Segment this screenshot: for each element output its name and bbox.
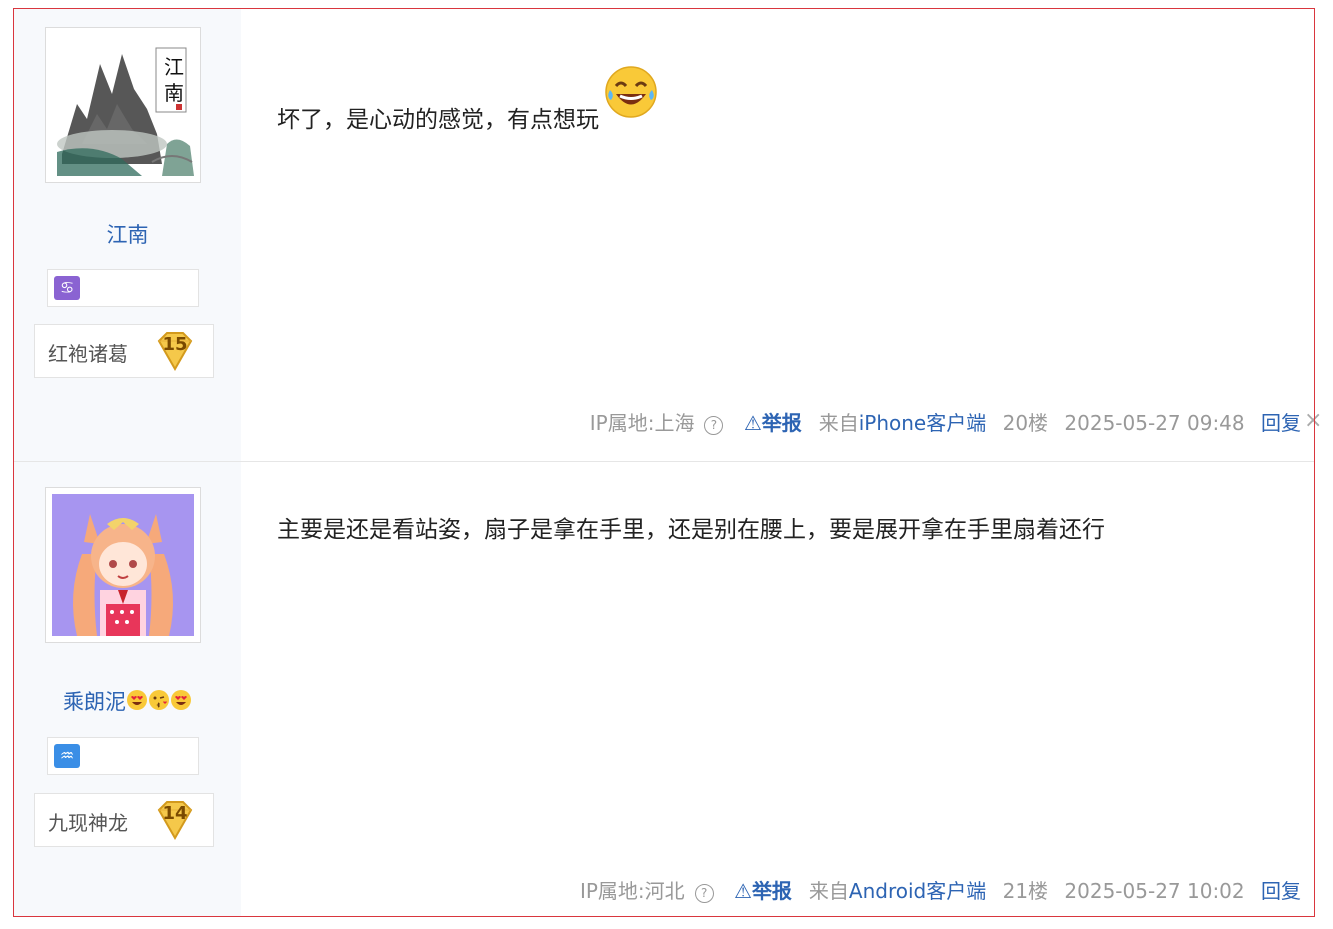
laughing-tears-emoji: [605, 66, 658, 118]
post-content: 主要是还是看站姿，扇子是拿在手里，还是别在腰上，要是展开拿在手里扇着还行: [277, 510, 1105, 544]
client-link[interactable]: Android客户端: [849, 879, 986, 903]
client-prefix: 来自: [818, 411, 859, 435]
aquarius-zodiac-icon[interactable]: ♒: [54, 744, 80, 768]
ip-location: IP属地:河北: [579, 879, 685, 903]
post-time: 2025-05-27 09:48: [1064, 411, 1245, 435]
reply-button[interactable]: 回复: [1261, 411, 1301, 435]
client-prefix: 来自: [808, 879, 849, 903]
heart-eyes-emoji: [127, 690, 147, 710]
post-text: 主要是还是看站姿，扇子是拿在手里，还是别在腰上，要是展开拿在手里扇着还行: [277, 517, 1105, 543]
badge-box: ♒: [47, 737, 199, 775]
floor-number: 20楼: [1002, 411, 1049, 435]
avatar[interactable]: 江 南: [45, 27, 201, 183]
user-sidebar: 乘朗泥 ♒ 九现神龙 14: [14, 462, 241, 917]
ink-landscape-avatar-image: 江 南: [52, 34, 194, 176]
username[interactable]: 乘朗泥: [14, 686, 241, 716]
report-label: 举报: [751, 879, 792, 903]
post-footer: IP属地:上海? ⚠举报 来自iPhone客户端 20楼 2025-05-27 …: [590, 407, 1301, 436]
level-number: 14: [162, 803, 188, 824]
post-text: 坏了，是心动的感觉，有点想玩: [277, 107, 599, 133]
forum-level[interactable]: 红袍诸葛 15: [34, 324, 214, 378]
username[interactable]: 江南: [14, 219, 241, 249]
post-floor-21: 乘朗泥 ♒ 九现神龙 14 主要是还是看站姿，扇子是拿在手里，还是别在腰上，要是…: [14, 462, 1315, 917]
level-title: 红袍诸葛: [48, 342, 128, 366]
reply-button[interactable]: 回复: [1261, 879, 1301, 903]
heart-eyes-emoji: [171, 690, 191, 710]
level-number: 15: [162, 334, 188, 355]
user-sidebar: 江 南 江南 ♋ 红袍诸葛 15: [14, 9, 241, 461]
post-footer: IP属地:河北? ⚠举报 来自Android客户端 21楼 2025-05-27…: [580, 875, 1301, 904]
forum-level[interactable]: 九现神龙 14: [34, 793, 214, 847]
help-icon[interactable]: ?: [704, 416, 724, 435]
help-icon[interactable]: ?: [694, 884, 714, 903]
warning-icon: ⚠: [734, 879, 752, 903]
client-source: 来自iPhone客户端: [819, 411, 987, 435]
svg-text:南: 南: [164, 81, 184, 105]
post-content: 坏了，是心动的感觉，有点想玩: [277, 65, 658, 134]
username-text[interactable]: 江南: [107, 223, 149, 247]
ip-location: IP属地:上海: [589, 411, 695, 435]
report-button[interactable]: ⚠举报: [744, 411, 809, 435]
post-floor-20: 江 南 江南 ♋ 红袍诸葛 15 坏了，是心动的感觉，有点想玩 IP属地:上海 …: [14, 9, 1322, 462]
post-time: 2025-05-27 10:02: [1064, 879, 1245, 903]
warning-icon: ⚠: [743, 411, 762, 435]
anime-catgirl-avatar-image: [52, 494, 194, 636]
client-source: 来自Android客户端: [809, 879, 986, 903]
svg-text:江: 江: [164, 55, 184, 79]
avatar[interactable]: [45, 487, 201, 643]
level-title: 九现神龙: [48, 811, 128, 835]
report-button[interactable]: ⚠举报: [734, 879, 799, 903]
client-link[interactable]: iPhone客户端: [859, 411, 987, 435]
report-label: 举报: [761, 411, 802, 435]
badge-box: ♋: [47, 269, 199, 307]
close-icon[interactable]: ×: [1304, 408, 1322, 433]
floor-number: 21楼: [1002, 879, 1049, 903]
username-text[interactable]: 乘朗泥: [63, 690, 126, 714]
kissing-emoji: [149, 690, 169, 710]
cancer-zodiac-icon[interactable]: ♋: [54, 276, 80, 300]
